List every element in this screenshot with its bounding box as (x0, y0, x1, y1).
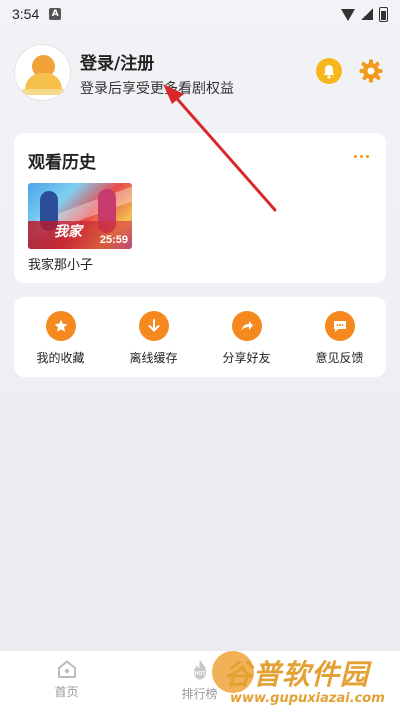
svg-text:HOT: HOT (194, 671, 205, 677)
history-title: 观看历史 (28, 153, 96, 173)
actions-card: 我的收藏 离线缓存 分享好友 意见反馈 (14, 297, 386, 377)
thumbnail-logo-text: 我家 (54, 224, 82, 240)
signal-icon (361, 8, 373, 20)
more-button[interactable] (354, 151, 374, 161)
settings-button[interactable] (358, 58, 384, 84)
nav-home-label: 首页 (54, 685, 79, 699)
gear-icon (359, 59, 383, 83)
favorites-label: 我的收藏 (36, 351, 85, 365)
bell-icon (323, 64, 335, 79)
watch-history-card: 观看历史 我家 25:59 我家那小子 (14, 133, 386, 283)
share-label: 分享好友 (222, 351, 271, 365)
download-icon (138, 311, 169, 341)
history-item-title[interactable]: 我家那小子 (28, 254, 93, 273)
battery-icon (379, 6, 388, 22)
history-thumbnail[interactable]: 我家 25:59 (28, 183, 132, 249)
hot-icon: HOT (193, 660, 206, 680)
offline-cache-label: 离线缓存 (129, 351, 178, 365)
profile-header: 登录/注册 登录后享受更多看剧权益 (14, 44, 386, 104)
offline-cache-button[interactable]: 离线缓存 (107, 297, 200, 377)
status-time: 3:54 (12, 6, 40, 22)
notification-button[interactable] (316, 58, 342, 84)
watermark-text: 谷普软件园 (224, 658, 370, 691)
share-button[interactable]: 分享好友 (200, 297, 293, 377)
home-icon (57, 660, 76, 678)
login-register-link[interactable]: 登录/注册 (80, 49, 154, 74)
favorites-button[interactable]: 我的收藏 (14, 297, 107, 377)
feedback-icon (324, 311, 355, 341)
notification-badge: A (49, 8, 62, 20)
feedback-label: 意见反馈 (315, 351, 364, 365)
nav-home[interactable]: 首页 (0, 651, 133, 711)
watermark-url: www.gupuxiazai.com (230, 691, 385, 706)
avatar[interactable] (14, 44, 71, 101)
share-icon (231, 311, 262, 341)
star-icon (45, 311, 76, 341)
thumbnail-overlay-text: 25:59 (99, 234, 128, 246)
status-bar: 3:54 A (0, 0, 400, 28)
watermark: 谷普软件园 www.gupuxiazai.com (212, 651, 400, 711)
status-icons (341, 6, 388, 22)
wifi-icon (341, 8, 355, 21)
feedback-button[interactable]: 意见反馈 (293, 297, 386, 377)
nav-ranking-label: 排行榜 (181, 687, 218, 701)
login-subtitle: 登录后享受更多看剧权益 (80, 81, 234, 97)
more-dots-icon (354, 154, 357, 158)
